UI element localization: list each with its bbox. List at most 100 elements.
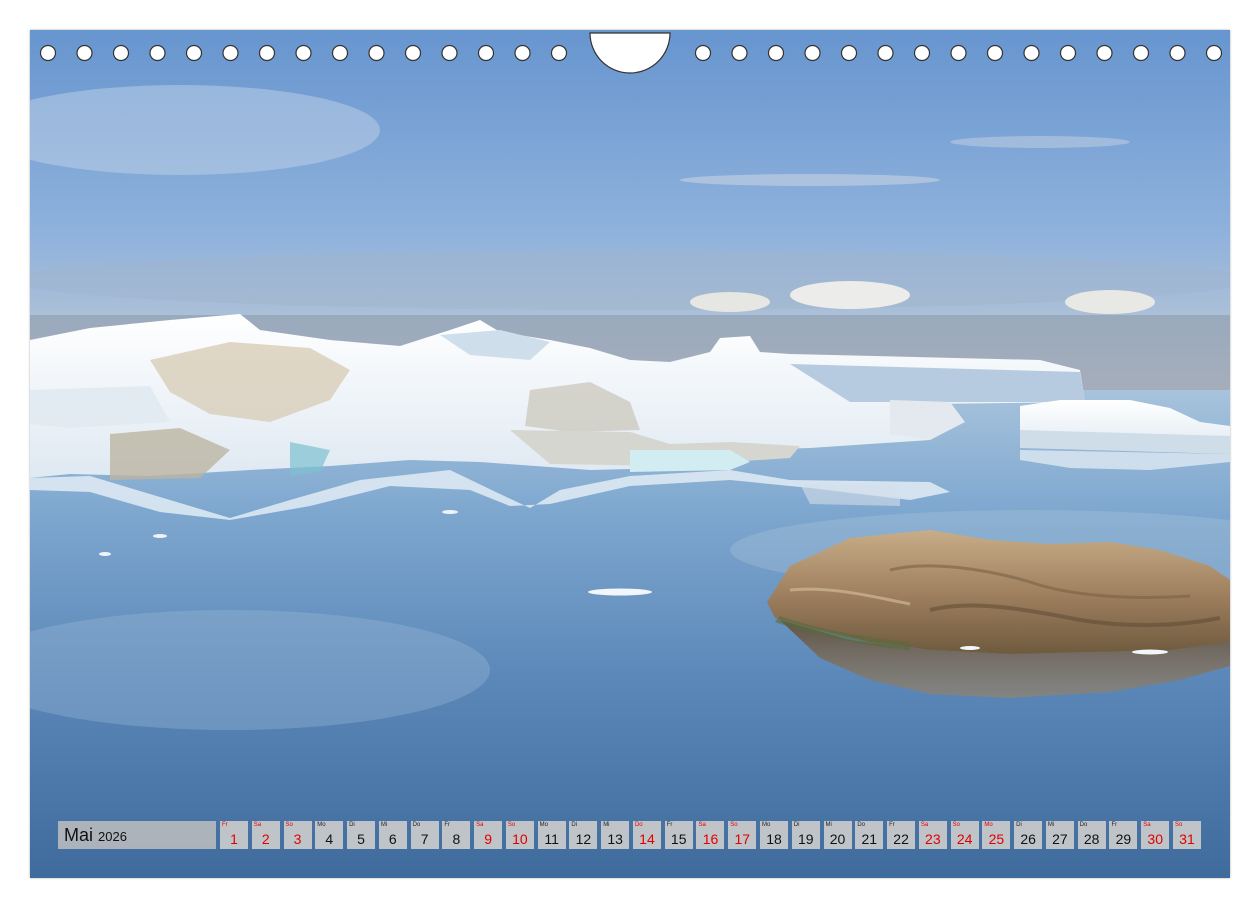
day-number: 30 [1147,831,1163,847]
day-number: 25 [988,831,1005,847]
day-weekday: So [285,822,293,828]
day-cell: So 10 [505,821,534,849]
day-cell: Di 12 [569,821,598,849]
day-weekday: Sa [1143,822,1151,828]
day-cell: Do 7 [410,821,439,849]
calendar-page: Mai 2026 Fr 1 Sa 2 So 3 Mo 4 Di 5 Mi 6 Do 7 Fr 8 Sa 9 So 10… [0,0,1260,908]
day-number: 29 [1115,831,1132,847]
day-cell: Do 28 [1077,821,1106,849]
day-weekday: Di [793,822,800,828]
day-number: 8 [452,831,461,847]
day-cell: Mo 11 [537,821,566,849]
day-cell: Sa 16 [696,821,725,849]
day-weekday: Fr [222,822,228,828]
day-number: 12 [575,831,592,847]
day-weekday: So [730,822,738,828]
day-cell: So 31 [1172,821,1201,849]
day-weekday: Do [857,822,865,828]
day-number: 2 [261,831,270,847]
day-number: 22 [893,831,909,847]
day-weekday: Mo [762,822,771,828]
day-number: 19 [797,831,814,847]
calendar-strip: Mai 2026 Fr 1 Sa 2 So 3 Mo 4 Di 5 Mi 6 Do 7 Fr 8 Sa 9 So 10… [58,821,1205,849]
day-number: 9 [484,831,493,847]
day-number: 26 [1020,831,1036,847]
arctic-landscape-photo [30,30,1230,878]
day-number: 20 [829,831,846,847]
day-weekday: Di [571,822,578,828]
day-weekday: Mi [603,822,610,828]
day-weekday: Mo [984,822,993,828]
day-weekday: So [507,822,516,828]
day-cell: Mi 20 [823,821,852,849]
day-cell: Fr 15 [664,821,693,849]
day-weekday: Sa [920,822,929,828]
day-number: 16 [702,831,719,847]
day-cell: Mi 27 [1045,821,1074,849]
day-cell: Sa 9 [474,821,503,849]
day-cell: Fr 29 [1109,821,1138,849]
day-weekday: Sa [476,822,484,828]
day-weekday: Mo [317,822,326,828]
day-weekday: Di [1016,822,1022,828]
day-cell: Sa 23 [918,821,947,849]
day-weekday: Mo [539,822,548,828]
day-cell: Do 14 [632,821,661,849]
day-weekday: Mi [380,822,388,828]
day-weekday: Sa [253,822,262,828]
day-number: 17 [734,831,751,847]
day-number: 15 [670,831,687,847]
day-number: 14 [639,831,655,847]
day-number: 7 [420,831,429,847]
month-label-box: Mai 2026 [58,821,216,849]
day-cell: Di 5 [347,821,376,849]
day-number: 21 [861,831,878,847]
day-number: 4 [325,831,334,847]
day-weekday: Fr [1111,822,1118,828]
day-number: 31 [1179,831,1195,847]
day-weekday: Do [412,822,421,828]
day-number: 18 [766,831,782,847]
day-cell: So 24 [950,821,979,849]
day-number: 23 [925,831,941,847]
day-cell: Mo 25 [982,821,1011,849]
day-cells: Fr 1 Sa 2 So 3 Mo 4 Di 5 Mi 6 Do 7 Fr 8 Sa 9 So 10 Mo 11 Di 12 M… [220,821,1205,849]
day-weekday: Fr [444,822,451,828]
day-weekday: So [952,822,960,828]
day-weekday: Sa [698,822,706,828]
day-cell: Di 26 [1014,821,1043,849]
day-weekday: So [1174,822,1183,828]
day-weekday: Fr [889,822,895,828]
day-cell: So 3 [283,821,312,849]
day-cell: Fr 22 [887,821,916,849]
day-weekday: Mi [825,822,832,828]
day-cell: Mo 4 [315,821,344,849]
day-cell: Sa 30 [1141,821,1170,849]
day-number: 1 [230,831,238,847]
day-cell: Mo 18 [760,821,789,849]
day-number: 27 [1052,831,1068,847]
day-number: 10 [512,831,528,847]
day-weekday: Di [349,822,355,828]
day-number: 13 [607,831,623,847]
day-cell: Di 19 [791,821,820,849]
day-number: 6 [388,831,397,847]
day-cell: So 17 [728,821,757,849]
day-cell: Do 21 [855,821,884,849]
day-weekday: Fr [666,822,673,828]
day-weekday: Do [634,822,643,828]
day-cell: Mi 13 [601,821,630,849]
day-number: 5 [357,831,365,847]
month-name: Mai [64,824,94,845]
day-cell: Fr 1 [220,821,248,849]
day-number: 28 [1083,831,1100,847]
day-cell: Sa 2 [251,821,280,849]
day-number: 11 [544,831,559,847]
day-weekday: Do [1079,822,1088,828]
day-cell: Mi 6 [378,821,407,849]
day-number: 3 [293,831,302,847]
day-cell: Fr 8 [442,821,471,849]
day-weekday: Mi [1047,822,1055,828]
day-number: 24 [956,831,973,847]
month-year: 2026 [98,829,127,844]
